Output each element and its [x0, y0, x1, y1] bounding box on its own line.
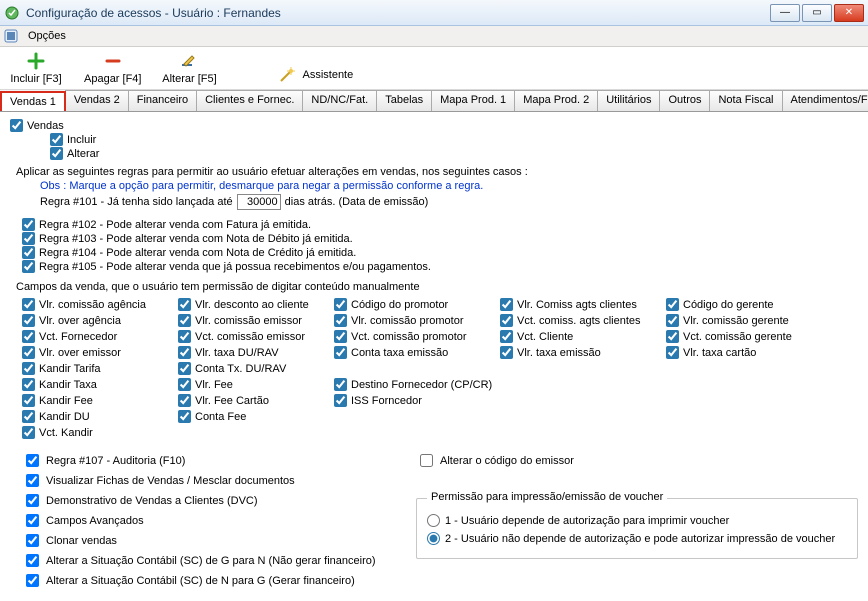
field-check[interactable]: Conta Tx. DU/RAV — [178, 362, 328, 375]
field-check[interactable]: Kandir DU — [22, 410, 172, 423]
field-check[interactable]: Kandir Taxa — [22, 378, 172, 391]
check-dvc[interactable]: Demonstrativo de Vendas a Clientes (DVC) — [22, 491, 402, 510]
field-check[interactable]: ISS Forncedor — [334, 394, 494, 407]
rules-block: Regra #102 - Pode alterar venda com Fatu… — [22, 218, 858, 273]
check-rule-103[interactable]: Regra #103 - Pode alterar venda com Nota… — [22, 232, 858, 245]
check-alterar-codigo-emissor[interactable]: Alterar o código do emissor — [416, 451, 858, 470]
toolbar: Incluir [F3] Apagar [F4] Alterar [F5] As… — [0, 47, 868, 90]
tab-tabelas[interactable]: Tabelas — [376, 90, 432, 111]
field-check[interactable]: Kandir Fee — [22, 394, 172, 407]
fields-label: Campos da venda, que o usuário tem permi… — [16, 281, 858, 293]
tab-content: Vendas Incluir Alterar Aplicar as seguin… — [0, 112, 868, 601]
check-rule-104[interactable]: Regra #104 - Pode alterar venda com Nota… — [22, 246, 858, 259]
check-vendas[interactable]: Vendas — [10, 119, 858, 132]
field-check[interactable]: Destino Fornecedor (CP/CR) — [334, 378, 494, 391]
field-check[interactable]: Vlr. desconto ao cliente — [178, 298, 328, 311]
field-check[interactable]: Código do gerente — [666, 298, 826, 311]
field-check[interactable]: Vlr. comissão promotor — [334, 314, 494, 327]
field-check[interactable]: Vlr. over emissor — [22, 346, 172, 359]
field-check[interactable]: Vct. comiss. agts clientes — [500, 314, 660, 327]
maximize-button[interactable]: ▭ — [802, 4, 832, 22]
apply-rules-text: Aplicar as seguintes regras para permiti… — [16, 166, 858, 178]
bottom-right: Alterar o código do emissor Permissão pa… — [416, 450, 858, 591]
field-permissions-grid: Vlr. comissão agência Vlr. desconto ao c… — [22, 297, 858, 440]
check-incluir[interactable]: Incluir — [50, 133, 858, 146]
voucher-group-title: Permissão para impressão/emissão de vouc… — [427, 491, 667, 503]
field-check[interactable]: Vct. comissão promotor — [334, 330, 494, 343]
include-button[interactable]: Incluir [F3] — [8, 51, 64, 85]
edit-button[interactable]: Alterar [F5] — [161, 51, 217, 85]
minimize-button[interactable]: — — [770, 4, 800, 22]
options-icon — [4, 29, 18, 43]
field-check[interactable]: Vct. Fornecedor — [22, 330, 172, 343]
check-rule-107[interactable]: Regra #107 - Auditoria (F10) — [22, 451, 402, 470]
bottom-section: Regra #107 - Auditoria (F10) Visualizar … — [10, 450, 858, 591]
delete-button[interactable]: Apagar [F4] — [84, 51, 141, 85]
field-check[interactable]: Vlr. comissão gerente — [666, 314, 826, 327]
tab-outros[interactable]: Outros — [659, 90, 710, 111]
field-check[interactable]: Vlr. Fee Cartão — [178, 394, 328, 407]
check-rule-105[interactable]: Regra #105 - Pode alterar venda que já p… — [22, 260, 858, 273]
close-button[interactable]: ✕ — [834, 4, 864, 22]
field-check[interactable]: Vlr. comissão emissor — [178, 314, 328, 327]
check-sc-g-to-n[interactable]: Alterar a Situação Contábil (SC) de G pa… — [22, 551, 402, 570]
tabstrip: Vendas 1 Vendas 2 Financeiro Clientes e … — [0, 90, 868, 112]
voucher-group: Permissão para impressão/emissão de vouc… — [416, 498, 858, 559]
check-rule-102[interactable]: Regra #102 - Pode alterar venda com Fatu… — [22, 218, 858, 231]
field-check[interactable]: Código do promotor — [334, 298, 494, 311]
field-check[interactable]: Vct. comissão gerente — [666, 330, 826, 343]
tab-mapa-prod-1[interactable]: Mapa Prod. 1 — [431, 90, 515, 111]
pencil-icon — [179, 51, 199, 71]
voucher-option-2[interactable]: 2 - Usuário não depende de autorização e… — [427, 532, 847, 545]
field-check[interactable]: Vlr. taxa cartão — [666, 346, 826, 359]
field-check[interactable]: Vlr. comissão agência — [22, 298, 172, 311]
field-check[interactable]: Vct. Kandir — [22, 426, 172, 439]
rule-101-post: dias atrás. (Data de emissão) — [285, 196, 429, 208]
tab-nota-fiscal[interactable]: Nota Fiscal — [709, 90, 782, 111]
tab-atendimentos-files[interactable]: Atendimentos/Files — [782, 90, 868, 111]
minus-icon — [103, 51, 123, 71]
check-view-fichas[interactable]: Visualizar Fichas de Vendas / Mesclar do… — [22, 471, 402, 490]
delete-label: Apagar [F4] — [84, 73, 141, 85]
rule-101-pre: Regra #101 - Já tenha sido lançada até — [40, 196, 233, 208]
titlebar: Configuração de acessos - Usuário : Fern… — [0, 0, 868, 26]
wand-icon — [277, 65, 297, 85]
field-check[interactable]: Conta taxa emissão — [334, 346, 494, 359]
tab-vendas1[interactable]: Vendas 1 — [0, 91, 66, 112]
app-icon — [4, 5, 20, 21]
check-sc-n-to-g[interactable]: Alterar a Situação Contábil (SC) de N pa… — [22, 571, 402, 590]
field-check[interactable]: Vlr. taxa DU/RAV — [178, 346, 328, 359]
field-check[interactable]: Kandir Tarifa — [22, 362, 172, 375]
assistant-label: Assistente — [302, 69, 353, 81]
field-check[interactable]: Vct. Cliente — [500, 330, 660, 343]
bottom-left-checks: Regra #107 - Auditoria (F10) Visualizar … — [22, 450, 402, 591]
edit-label: Alterar [F5] — [162, 73, 216, 85]
obs-note: Obs : Marque a opção para permitir, desm… — [40, 180, 858, 192]
tab-vendas2[interactable]: Vendas 2 — [65, 90, 129, 111]
menu-options[interactable]: Opções — [22, 28, 72, 44]
check-alterar[interactable]: Alterar — [50, 147, 858, 160]
voucher-option-1[interactable]: 1 - Usuário depende de autorização para … — [427, 514, 847, 527]
tab-clientes-fornec[interactable]: Clientes e Fornec. — [196, 90, 303, 111]
tab-mapa-prod-2[interactable]: Mapa Prod. 2 — [514, 90, 598, 111]
rule-101: Regra #101 - Já tenha sido lançada até d… — [40, 194, 858, 210]
assistant-button[interactable]: Assistente — [277, 65, 353, 85]
window-buttons: — ▭ ✕ — [770, 4, 864, 22]
include-label: Incluir [F3] — [10, 73, 61, 85]
check-clonar-vendas[interactable]: Clonar vendas — [22, 531, 402, 550]
field-check[interactable]: Vlr. taxa emissão — [500, 346, 660, 359]
field-check[interactable]: Vct. comissão emissor — [178, 330, 328, 343]
rule-101-days-input[interactable] — [237, 194, 281, 210]
tab-financeiro[interactable]: Financeiro — [128, 90, 197, 111]
check-campos-avancados[interactable]: Campos Avançados — [22, 511, 402, 530]
field-check[interactable]: Vlr. Comiss agts clientes — [500, 298, 660, 311]
field-check[interactable]: Conta Fee — [178, 410, 328, 423]
window-title: Configuração de acessos - Usuário : Fern… — [26, 6, 770, 20]
tab-utilitarios[interactable]: Utilitários — [597, 90, 660, 111]
menubar: Opções — [0, 26, 868, 47]
field-check[interactable]: Vlr. Fee — [178, 378, 328, 391]
plus-icon — [26, 51, 46, 71]
tab-nd-nc-fat[interactable]: ND/NC/Fat. — [302, 90, 377, 111]
field-check[interactable]: Vlr. over agência — [22, 314, 172, 327]
